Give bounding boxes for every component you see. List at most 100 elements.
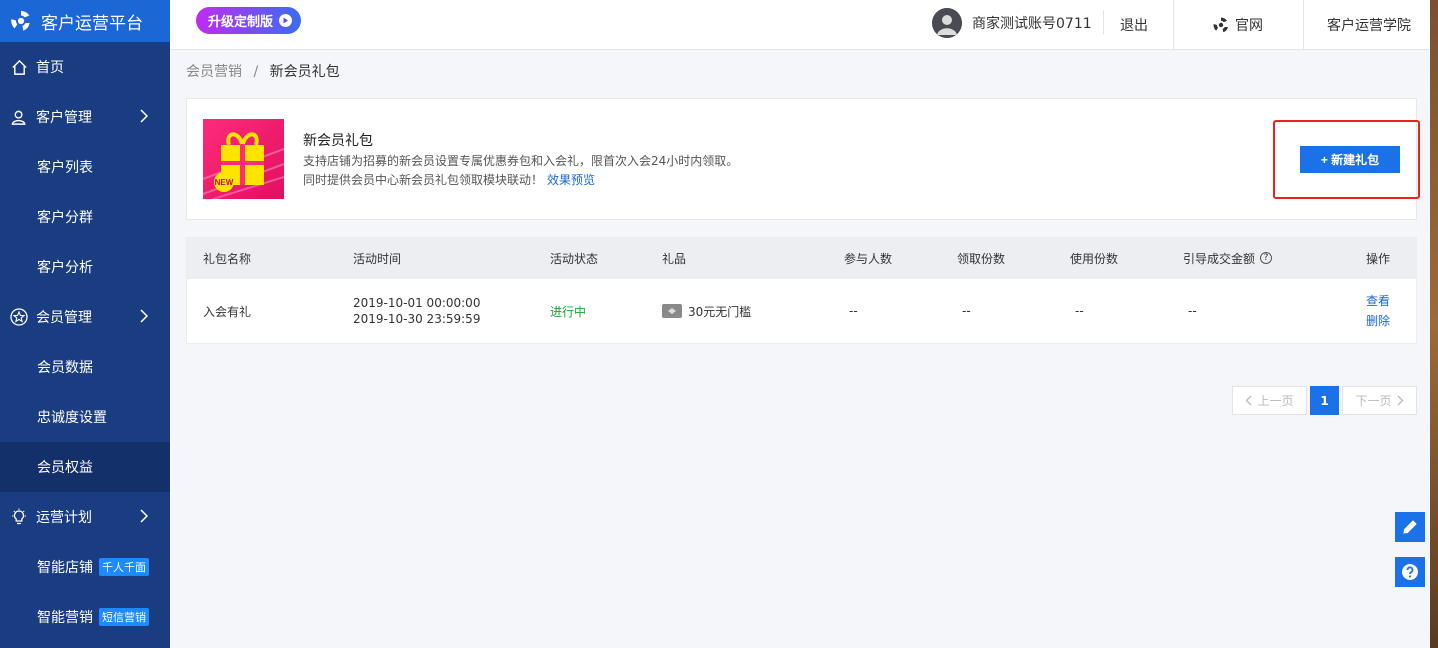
sidebar-item-customer-segments[interactable]: 客户分群 <box>0 192 170 242</box>
status-badge: 进行中 <box>550 304 587 319</box>
sidebar-item-label: 运营计划 <box>36 510 92 526</box>
sidebar-item-member-data[interactable]: 会员数据 <box>0 342 170 392</box>
intro-desc-line: 支持店铺为招募的新会员设置专属优惠券包和入会礼，限首次入会24小时内领取。 <box>303 154 739 168</box>
gift-pack-name: 入会有礼 <box>203 304 252 319</box>
breadcrumb: 会员营销 / 新会员礼包 <box>186 61 340 81</box>
sidebar-item-label: 会员管理 <box>36 310 92 326</box>
column-header-gmv: 引导成交金额 ? <box>1183 238 1273 278</box>
intro-desc-text: 同时提供会员中心新会员礼包领取模块联动！ <box>303 173 544 187</box>
preview-link[interactable]: 效果预览 <box>547 173 595 187</box>
column-header: 活动状态 <box>550 251 599 266</box>
chevron-right-icon <box>140 109 148 123</box>
sidebar-item-member-management[interactable]: 会员管理 <box>0 292 170 342</box>
column-header: 活动时间 <box>353 251 402 266</box>
top-bar: 升级定制版 商家测试账号0711 退出 官网 客户运营学院 <box>170 0 1438 50</box>
sidebar-item-customer-list[interactable]: 客户列表 <box>0 142 170 192</box>
divider <box>1173 0 1174 50</box>
coupon-icon <box>662 304 682 318</box>
column-header: 礼包名称 <box>203 251 252 266</box>
view-link[interactable]: 查看 <box>1366 291 1390 311</box>
avatar <box>932 8 962 38</box>
sidebar-item-label: 忠诚度设置 <box>37 410 107 426</box>
feature-badge: 千人千面 <box>99 558 149 576</box>
logo-icon <box>11 10 30 31</box>
account-menu[interactable]: 商家测试账号0711 <box>932 8 1092 38</box>
sidebar-item-home[interactable]: 首页 <box>0 42 170 92</box>
gift-package-image: NEW <box>203 119 284 199</box>
play-icon <box>279 14 293 27</box>
logo-icon <box>1213 17 1228 33</box>
column-header-label: 引导成交金额 <box>1183 251 1256 266</box>
academy-link[interactable]: 客户运营学院 <box>1327 0 1411 50</box>
table-header: 礼包名称 活动时间 活动状态 礼品 参与人数 领取份数 使用份数 引导成交金额 … <box>187 238 1416 278</box>
table-row: 入会有礼 2019-10-01 00:00:00 2019-10-30 23:5… <box>187 278 1416 343</box>
bulb-icon <box>10 508 28 526</box>
desktop-background-edge <box>1430 0 1438 648</box>
upgrade-label: 升级定制版 <box>208 15 274 30</box>
sidebar-item-label: 客户列表 <box>37 160 93 176</box>
divider <box>1103 10 1104 34</box>
sidebar-item-loyalty-settings[interactable]: 忠诚度设置 <box>0 392 170 442</box>
delete-link[interactable]: 删除 <box>1366 311 1390 331</box>
official-site-label: 官网 <box>1235 18 1263 34</box>
sidebar-item-smart-marketing[interactable]: 智能营销 短信营销 <box>0 592 170 642</box>
account-name: 商家测试账号0711 <box>972 16 1092 32</box>
feature-badge: 短信营销 <box>99 608 149 626</box>
sidebar-item-customer-management[interactable]: 客户管理 <box>0 92 170 142</box>
sidebar-item-label: 智能店铺 <box>37 560 93 576</box>
next-page-button[interactable]: 下一页 <box>1342 386 1417 415</box>
chevron-right-icon <box>1397 395 1403 406</box>
edit-feedback-button[interactable] <box>1395 512 1425 542</box>
app-title: 客户运营平台 <box>41 13 143 34</box>
intro-title: 新会员礼包 <box>303 133 373 149</box>
new-gift-pack-button[interactable]: + 新建礼包 <box>1300 146 1400 173</box>
upgrade-button[interactable]: 升级定制版 <box>196 7 302 34</box>
used-count: -- <box>1075 304 1084 318</box>
prev-page-label: 上一页 <box>1257 394 1294 408</box>
chevron-left-icon <box>1246 395 1252 406</box>
sidebar-item-customer-analysis[interactable]: 客户分析 <box>0 242 170 292</box>
logout-link[interactable]: 退出 <box>1120 0 1148 50</box>
row-actions: 查看 删除 <box>1366 279 1390 343</box>
next-page-label: 下一页 <box>1355 394 1392 408</box>
column-header: 使用份数 <box>1070 251 1119 266</box>
column-header: 礼品 <box>662 251 687 266</box>
page-number-current[interactable]: 1 <box>1310 386 1339 415</box>
academy-label: 客户运营学院 <box>1327 18 1411 34</box>
sidebar-item-operation-plan[interactable]: 运营计划 <box>0 492 170 542</box>
chevron-right-icon <box>140 509 148 523</box>
user-icon <box>10 108 28 126</box>
column-header: 领取份数 <box>957 251 1006 266</box>
question-icon <box>1402 564 1418 580</box>
gift-name: 30元无门槛 <box>688 304 752 319</box>
sidebar-item-smart-store[interactable]: 智能店铺 千人千面 <box>0 542 170 592</box>
help-button[interactable] <box>1395 557 1425 587</box>
divider <box>1303 0 1304 50</box>
intro-desc-line-2: 同时提供会员中心新会员礼包领取模块联动！ 效果预览 <box>303 171 738 190</box>
sidebar-item-label: 客户分群 <box>37 210 93 226</box>
gift-pack-table: 礼包名称 活动时间 活动状态 礼品 参与人数 领取份数 使用份数 引导成交金额 … <box>186 237 1417 344</box>
star-icon <box>10 308 28 326</box>
activity-time: 2019-10-01 00:00:00 2019-10-30 23:59:59 <box>353 279 480 343</box>
app-logo[interactable]: 客户运营平台 <box>0 0 170 42</box>
help-icon[interactable]: ? <box>1260 252 1273 264</box>
prev-page-button[interactable]: 上一页 <box>1232 386 1307 415</box>
chevron-right-icon <box>140 309 148 323</box>
sidebar-item-label: 客户管理 <box>36 110 92 126</box>
official-site-link[interactable]: 官网 <box>1213 0 1263 50</box>
sidebar-item-label: 会员权益 <box>37 460 93 476</box>
breadcrumb-parent[interactable]: 会员营销 <box>186 64 242 80</box>
gift-item: 30元无门槛 <box>662 279 751 343</box>
sidebar-item-member-benefits[interactable]: 会员权益 <box>0 442 170 492</box>
breadcrumb-current: 新会员礼包 <box>269 64 340 80</box>
sidebar: 客户运营平台 首页 客户管理 客户列表 客户分群 客户分析 会员管理 会员数据 … <box>0 0 170 648</box>
time-end: 2019-10-30 23:59:59 <box>353 312 481 326</box>
sidebar-item-label: 智能营销 <box>37 610 93 626</box>
intro-card: NEW 新会员礼包 支持店铺为招募的新会员设置专属优惠券包和入会礼，限首次入会2… <box>186 98 1417 220</box>
column-header: 参与人数 <box>844 251 893 266</box>
logout-label: 退出 <box>1120 18 1148 34</box>
home-icon <box>10 58 28 76</box>
sidebar-item-label: 首页 <box>36 60 64 76</box>
sidebar-item-label: 会员数据 <box>37 360 93 376</box>
participants: -- <box>849 304 858 318</box>
